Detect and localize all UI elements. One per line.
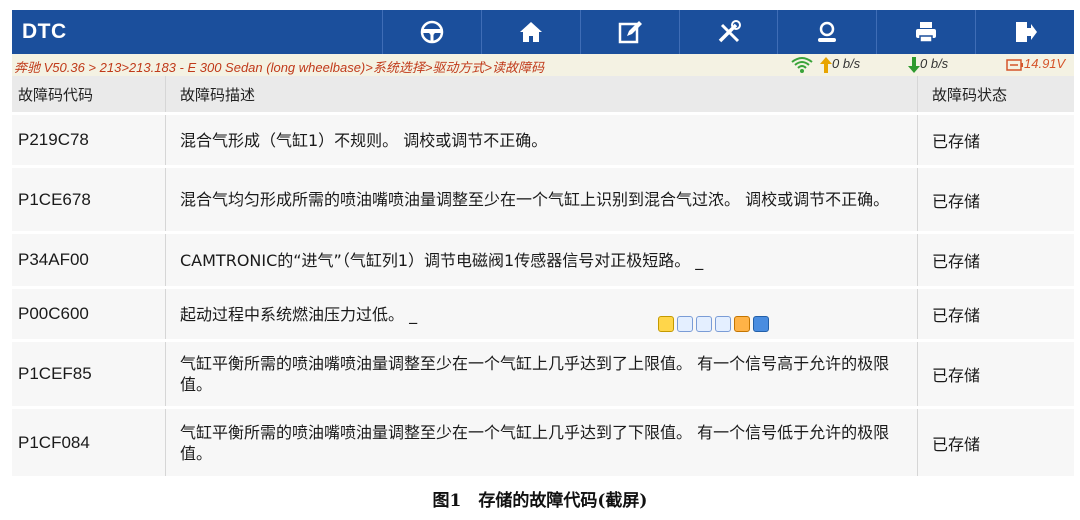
tools-icon <box>718 20 741 43</box>
table-header: 故障码代码 故障码描述 故障码状态 <box>12 76 1074 112</box>
smiley-icon[interactable] <box>658 316 674 332</box>
printer-icon <box>916 22 937 43</box>
top-toolbar: DTC <box>12 10 1074 54</box>
home-icon <box>519 22 542 42</box>
user-button[interactable] <box>777 10 876 54</box>
header-code: 故障码代码 <box>18 85 94 104</box>
dtc-code: P1CE678 <box>18 189 91 209</box>
dtc-status: 已存储 <box>917 115 1074 165</box>
table-row[interactable]: P00C600 起动过程中系统燃油压力过低。 _ 已存储 <box>12 286 1074 339</box>
dtc-status: 已存储 <box>917 409 1074 476</box>
battery-icon <box>1006 58 1023 71</box>
battery-voltage: 14.91V <box>1006 56 1065 71</box>
image-icon[interactable] <box>734 316 750 332</box>
header-description: 故障码描述 <box>165 76 917 112</box>
exit-icon <box>1016 22 1038 42</box>
dtc-code: P1CEF85 <box>18 364 92 383</box>
header-status: 故障码状态 <box>917 76 1074 112</box>
dtc-status: 已存储 <box>917 168 1074 231</box>
arrow-down-icon <box>908 56 920 73</box>
dtc-screen: DTC 奔驰 V50.36 > 213>213.183 - E 300 Seda… <box>12 10 1074 476</box>
dtc-status: 已存储 <box>917 289 1074 339</box>
wifi-icon <box>791 57 813 73</box>
dtc-code: P34AF00 <box>18 250 89 269</box>
edit-button[interactable] <box>579 10 679 54</box>
upload-speed-value: 0 b/s <box>832 56 861 71</box>
dtc-description: 起动过程中系统燃油压力过低。 _ <box>165 289 917 339</box>
dtc-description: 气缸平衡所需的喷油嘴喷油量调整至少在一个气缸上几乎达到了上限值。 有一个信号高于… <box>165 342 917 406</box>
dtc-description: 混合气形成（气缸1）不规则。 调校或调节不正确。 <box>165 115 917 165</box>
dtc-description: 混合气均匀形成所需的喷油嘴喷油量调整至少在一个气缸上识别到混合气过浓。 调校或调… <box>165 168 917 231</box>
dtc-code: P1CF084 <box>18 432 90 452</box>
steering-wheel-icon <box>420 20 444 44</box>
table-row[interactable]: P1CE678 混合气均匀形成所需的喷油嘴喷油量调整至少在一个气缸上识别到混合气… <box>12 165 1074 231</box>
emoji-icon[interactable] <box>715 316 731 332</box>
print-button[interactable] <box>876 10 975 54</box>
edit-icon <box>618 21 642 44</box>
floating-mini-toolbar <box>658 316 769 332</box>
user-icon <box>818 21 837 42</box>
arrow-up-icon <box>820 56 832 73</box>
home-button[interactable] <box>480 10 580 54</box>
dtc-code: P00C600 <box>18 304 89 323</box>
table-row[interactable]: P1CEF85 气缸平衡所需的喷油嘴喷油量调整至少在一个气缸上几乎达到了上限值。… <box>12 339 1074 406</box>
table-row[interactable]: P219C78 混合气形成（气缸1）不规则。 调校或调节不正确。 已存储 <box>12 112 1074 165</box>
download-speed-value: 0 b/s <box>920 56 949 71</box>
table-row[interactable]: P34AF00 CAMTRONIC的“进气”（气缸列1）调节电磁阀1传感器信号对… <box>12 231 1074 286</box>
document-icon[interactable] <box>696 316 712 332</box>
app-title: DTC <box>22 20 67 43</box>
status-bar: 奔驰 V50.36 > 213>213.183 - E 300 Sedan (l… <box>12 54 1074 76</box>
tools-button[interactable] <box>678 10 778 54</box>
dtc-description: CAMTRONIC的“进气”（气缸列1）调节电磁阀1传感器信号对正极短路。 _ <box>165 234 917 286</box>
table-row[interactable]: P1CF084 气缸平衡所需的喷油嘴喷油量调整至少在一个气缸上几乎达到了下限值。… <box>12 406 1074 476</box>
exit-button[interactable] <box>975 10 1074 54</box>
figure-caption: 图1 存储的故障代码(截屏) <box>432 491 648 511</box>
steering-wheel-button[interactable] <box>382 10 481 54</box>
save-icon[interactable] <box>677 316 693 332</box>
dtc-status: 已存储 <box>917 234 1074 286</box>
dtc-status: 已存储 <box>917 342 1074 406</box>
upload-speed: 0 b/s <box>820 56 860 73</box>
breadcrumb: 奔驰 V50.36 > 213>213.183 - E 300 Sedan (l… <box>14 60 545 75</box>
download-speed: 0 b/s <box>908 56 948 73</box>
dtc-code: P219C78 <box>18 130 89 149</box>
dtc-description: 气缸平衡所需的喷油嘴喷油量调整至少在一个气缸上几乎达到了下限值。 有一个信号低于… <box>165 409 917 476</box>
star-icon[interactable] <box>753 316 769 332</box>
battery-voltage-value: 14.91V <box>1024 56 1066 71</box>
